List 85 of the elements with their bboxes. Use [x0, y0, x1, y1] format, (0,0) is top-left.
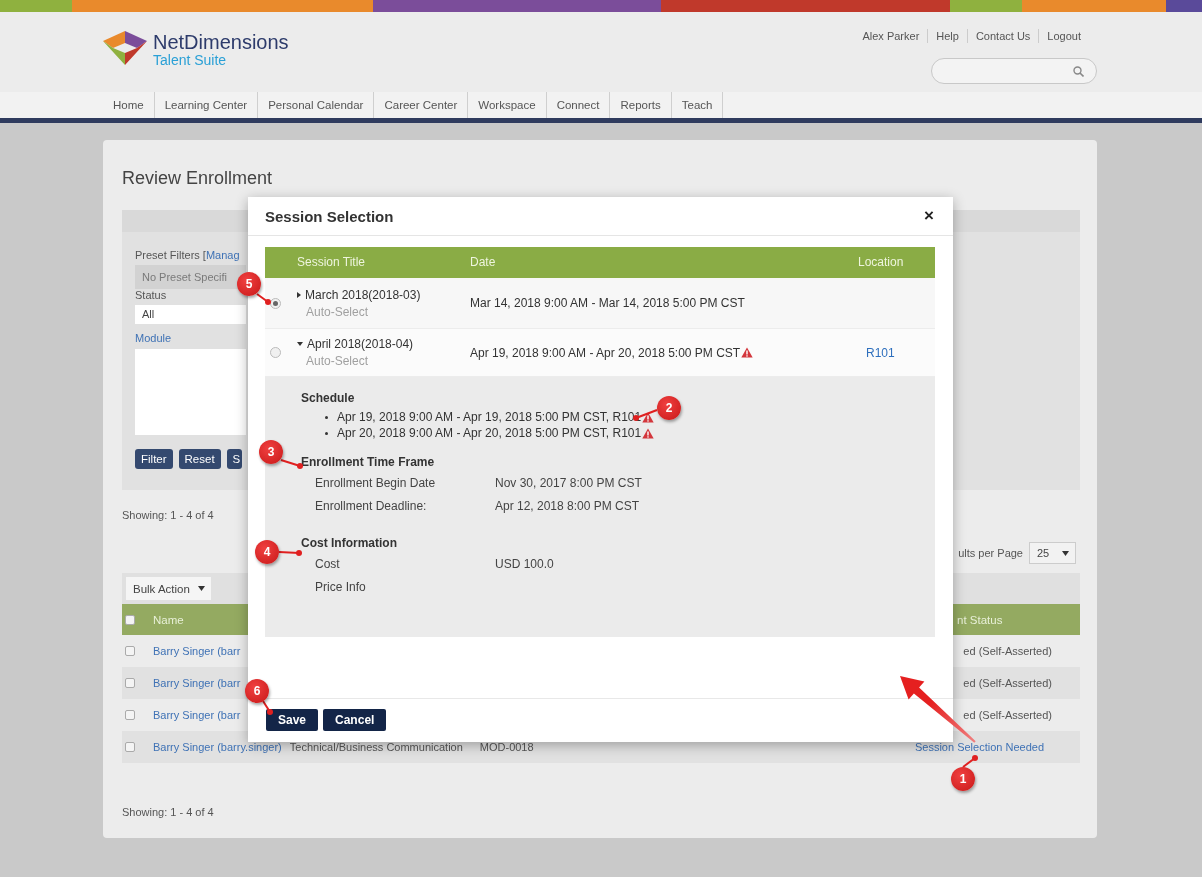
bullet-icon: [325, 431, 328, 435]
field-label: Status: [135, 289, 167, 302]
learner-link[interactable]: Barry Singer (barr: [153, 677, 241, 689]
table-cell-text: ed (Self-Asserted): [963, 677, 1053, 689]
section-heading: Schedule: [301, 391, 356, 405]
table-cell-text: ed (Self-Asserted): [963, 709, 1053, 721]
detail-label: Enrollment Deadline:: [315, 498, 428, 514]
field-label: Preset Filters [: [135, 249, 206, 261]
expanded-caret-icon[interactable]: [297, 342, 303, 346]
dialog-button[interactable]: Cancel: [323, 709, 387, 731]
bulk-action-button[interactable]: Bulk Action: [126, 577, 211, 600]
detail-value: USD 100.0: [495, 556, 555, 572]
module-link[interactable]: Module: [135, 332, 172, 345]
detail-value: Apr 12, 2018 8:00 PM CST: [495, 498, 641, 514]
leader-line: [278, 550, 302, 556]
collapsed-caret-icon[interactable]: [297, 291, 301, 298]
button-label: Bulk Action: [133, 582, 190, 595]
status-select[interactable]: All: [135, 305, 246, 324]
session-date: Mar 14, 2018 9:00 AM - Mar 14, 2018 5:00 PM CST: [470, 296, 745, 310]
table-cell: MOD-0018: [479, 741, 534, 753]
logo-icon: [103, 31, 147, 65]
dialog-title: Session Selection: [265, 207, 394, 225]
learner-link[interactable]: Barry Singer (barry.singer): [153, 741, 282, 753]
schedule-item: Apr 19, 2018 9:00 AM - Apr 19, 2018 5:00 PM CST, R101: [337, 409, 642, 425]
search-icon: [1073, 65, 1084, 77]
session-subtitle: Auto-Select: [306, 354, 369, 368]
bullet-icon: [325, 415, 328, 419]
header-link[interactable]: Alex Parker: [854, 29, 928, 43]
module-list-field[interactable]: [135, 349, 246, 435]
detail-label: Enrollment Begin Date: [315, 475, 437, 491]
results-per-page-select[interactable]: 25: [1029, 542, 1076, 564]
table-header: [265, 247, 297, 278]
schedule-item: Apr 20, 2018 9:00 AM - Apr 20, 2018 5:00 PM CST, R101: [337, 425, 642, 441]
results-count: Showing: 1 - 4 of 4: [122, 805, 215, 819]
leader-line: [262, 700, 273, 715]
header-link[interactable]: Help: [927, 29, 967, 43]
session-row[interactable]: April 2018(2018-04) Auto-Select Apr 19, 2018 9:00 AM - Apr 20, 2018 5:00 PM CST R101: [265, 329, 935, 377]
logo-tagline: Talent Suite: [153, 53, 228, 68]
table-cell-text: ed (Self-Asserted): [963, 645, 1053, 657]
table-cell: Technical/Business Communication: [289, 741, 463, 753]
nav-item[interactable]: Home: [103, 92, 154, 118]
filter-panel-button[interactable]: Reset: [178, 449, 221, 469]
header-link[interactable]: Logout: [1038, 29, 1089, 43]
leader-line: [256, 293, 271, 305]
session-title: March 2018(2018-03): [305, 287, 421, 302]
session-date: Apr 19, 2018 9:00 AM - Apr 20, 2018 5:00 PM CST: [470, 345, 741, 360]
session-subtitle: Auto-Select: [306, 304, 369, 319]
location-link[interactable]: R101: [858, 345, 895, 360]
results-count: Showing: 1 - 4 of 4: [122, 508, 215, 522]
close-button[interactable]: ×: [924, 206, 934, 226]
caret-icon: [1062, 550, 1069, 556]
column-header: Name: [153, 613, 184, 626]
session-title: April 2018(2018-04): [307, 337, 414, 351]
checkbox[interactable]: [125, 710, 135, 720]
filter-panel-button[interactable]: S: [226, 449, 242, 469]
status-link[interactable]: Session Selection Needed: [914, 741, 1080, 753]
section-heading: Cost Information: [301, 536, 398, 550]
column-header: Location: [858, 247, 935, 278]
header-link[interactable]: Contact Us: [966, 29, 1039, 43]
checkbox[interactable]: [125, 678, 135, 688]
session-row[interactable]: March 2018(2018-03) Auto-Select Mar 14, 2018 9:00 AM - Mar 14, 2018 5:00 PM CST: [265, 278, 935, 329]
radio-button[interactable]: [270, 347, 281, 358]
detail-label: Price Info: [315, 579, 367, 595]
checkbox[interactable]: [125, 614, 135, 625]
filter-panel-button[interactable]: Filter: [135, 449, 173, 469]
column-header: nt Status: [957, 613, 1004, 626]
checkbox[interactable]: [125, 646, 135, 656]
detail-value: Nov 30, 2017 8:00 PM CST: [495, 475, 643, 491]
select-value: 25: [1037, 547, 1050, 559]
search-field[interactable]: [931, 58, 1097, 84]
learner-link[interactable]: Barry Singer (barr: [153, 645, 241, 657]
caret-icon: [197, 586, 205, 591]
learner-link[interactable]: Barry Singer (barr: [153, 709, 241, 721]
leader-line: [280, 459, 303, 469]
page-title: Review Enrollment: [122, 167, 274, 190]
section-heading: Enrollment Time Frame: [301, 455, 436, 469]
manage-link[interactable]: Manag: [205, 249, 240, 261]
checkbox[interactable]: [125, 742, 135, 752]
column-header: Session Title: [297, 247, 470, 278]
detail-label: Cost: [315, 556, 341, 572]
logo-name: NetDimensions: [153, 31, 289, 53]
field-label: ults per Page: [958, 547, 1023, 559]
dialog-button[interactable]: Save: [266, 709, 319, 731]
column-header: Date: [470, 247, 858, 278]
leader-line: [962, 755, 978, 768]
